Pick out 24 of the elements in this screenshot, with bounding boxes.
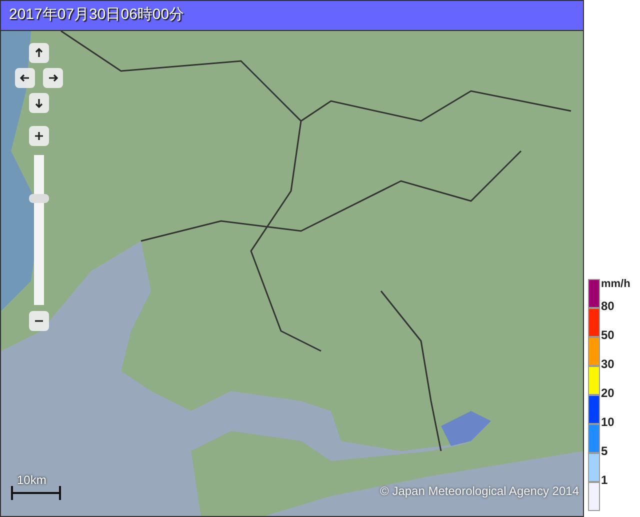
pan-up-button[interactable]	[29, 43, 49, 63]
zoom-in-button[interactable]	[29, 126, 49, 146]
pan-right-button[interactable]	[43, 68, 63, 88]
arrow-down-icon	[34, 98, 44, 108]
arrow-right-icon	[48, 73, 58, 83]
legend-label: 30	[601, 358, 614, 370]
pan-left-button[interactable]	[15, 68, 35, 88]
scale-bar-icon	[11, 486, 61, 500]
legend-unit: mm/h	[601, 279, 630, 290]
arrow-up-icon	[34, 48, 44, 58]
pan-down-button[interactable]	[29, 93, 49, 113]
legend-label: 10	[601, 416, 614, 428]
legend-label: 50	[601, 329, 614, 341]
arrow-left-icon	[20, 73, 30, 83]
title-bar: 2017年07月30日06時00分	[0, 0, 584, 31]
scale-label: 10km	[17, 474, 46, 486]
zoom-out-button[interactable]	[29, 311, 49, 331]
legend-label: 1	[601, 474, 608, 486]
plus-icon	[34, 131, 44, 141]
copyright-text: © Japan Meteorological Agency 2014	[380, 483, 579, 500]
legend-label: 80	[601, 300, 616, 312]
legend-label: 20	[601, 387, 614, 399]
legend-label: 5	[601, 445, 608, 457]
zoom-slider-thumb[interactable]	[29, 194, 49, 204]
